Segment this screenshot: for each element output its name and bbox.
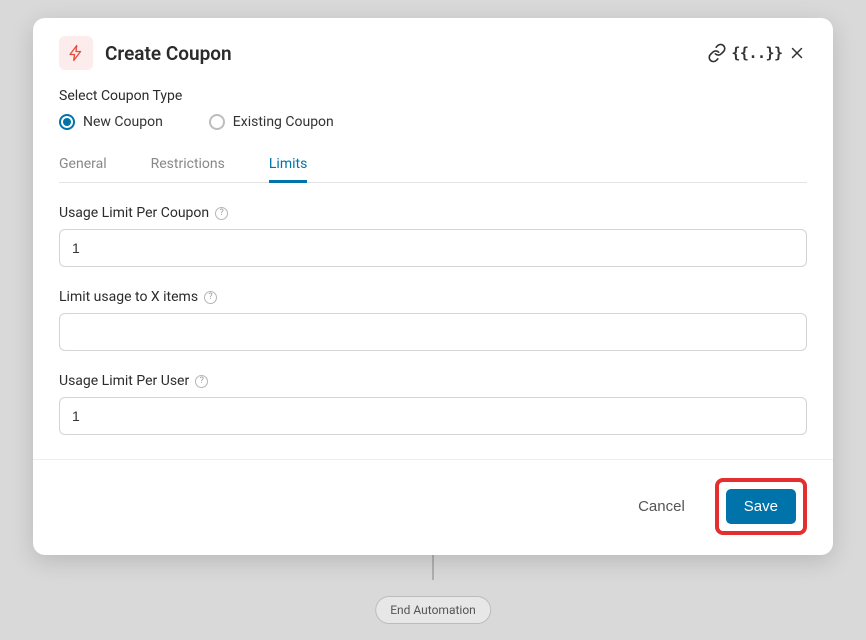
merge-tags-icon[interactable]: {{..}} [747, 43, 767, 63]
coupon-icon-container [59, 36, 93, 70]
radio-new-coupon[interactable]: New Coupon [59, 114, 163, 130]
tab-restrictions[interactable]: Restrictions [151, 148, 225, 183]
header-actions: {{..}} [707, 43, 807, 63]
save-button[interactable]: Save [726, 489, 796, 524]
usage-limit-per-user-input[interactable] [59, 397, 807, 435]
radio-label: Existing Coupon [233, 114, 334, 130]
close-icon[interactable] [787, 43, 807, 63]
field-usage-limit-per-coupon: Usage Limit Per Coupon ? [59, 205, 807, 267]
create-coupon-modal: Create Coupon {{..}} Select Coupon Type … [33, 18, 833, 555]
usage-limit-per-coupon-input[interactable] [59, 229, 807, 267]
radio-existing-coupon[interactable]: Existing Coupon [209, 114, 334, 130]
tab-limits[interactable]: Limits [269, 148, 307, 183]
field-label: Limit usage to X items [59, 289, 198, 305]
end-automation-pill[interactable]: End Automation [375, 596, 491, 624]
save-button-highlight: Save [715, 478, 807, 535]
limit-x-items-input[interactable] [59, 313, 807, 351]
bolt-icon [67, 44, 85, 62]
tabs: General Restrictions Limits [59, 148, 807, 183]
radio-button-icon [209, 114, 225, 130]
help-icon[interactable]: ? [195, 375, 208, 388]
tab-general[interactable]: General [59, 148, 107, 183]
modal-title: Create Coupon [105, 42, 707, 65]
help-icon[interactable]: ? [215, 207, 228, 220]
link-icon[interactable] [707, 43, 727, 63]
modal-header: Create Coupon {{..}} [33, 18, 833, 78]
cancel-button[interactable]: Cancel [622, 488, 701, 525]
field-limit-x-items: Limit usage to X items ? [59, 289, 807, 351]
field-label: Usage Limit Per User [59, 373, 189, 389]
field-usage-limit-per-user: Usage Limit Per User ? [59, 373, 807, 435]
coupon-type-radios: New Coupon Existing Coupon [59, 114, 807, 130]
help-icon[interactable]: ? [204, 291, 217, 304]
field-label: Usage Limit Per Coupon [59, 205, 209, 221]
modal-body: Select Coupon Type New Coupon Existing C… [33, 78, 833, 459]
radio-button-icon [59, 114, 75, 130]
radio-label: New Coupon [83, 114, 163, 130]
coupon-type-label: Select Coupon Type [59, 88, 807, 104]
modal-footer: Cancel Save [33, 459, 833, 555]
